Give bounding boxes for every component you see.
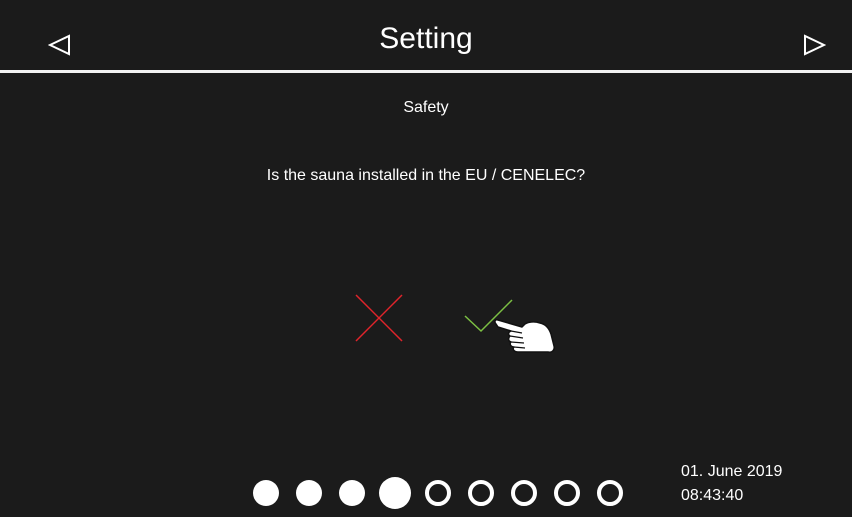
header-divider [0, 70, 852, 73]
page-dot[interactable] [597, 480, 623, 506]
question-text: Is the sauna installed in the EU / CENEL… [266, 167, 586, 184]
page-dot[interactable] [511, 480, 537, 506]
date-text: 01. June 2019 [681, 463, 783, 480]
next-button[interactable] [791, 22, 837, 68]
page-title: Setting [379, 22, 473, 55]
page-dot[interactable] [379, 477, 411, 509]
page-dot[interactable] [253, 480, 279, 506]
triangle-right-outline-icon [804, 34, 826, 56]
cross-icon [355, 294, 403, 342]
page-dot[interactable] [468, 480, 494, 506]
datetime-display: 01. June 2019 08:43:40 [681, 460, 841, 508]
page-dot[interactable] [554, 480, 580, 506]
header-bar: Setting [0, 0, 852, 70]
section-subtitle: Safety [403, 99, 449, 116]
page-dot[interactable] [339, 480, 365, 506]
no-button[interactable] [353, 292, 405, 344]
page-dot[interactable] [296, 480, 322, 506]
pointing-hand-icon [494, 319, 555, 353]
page-indicator [250, 476, 630, 510]
page-dot[interactable] [425, 480, 451, 506]
time-text: 08:43:40 [681, 487, 744, 504]
